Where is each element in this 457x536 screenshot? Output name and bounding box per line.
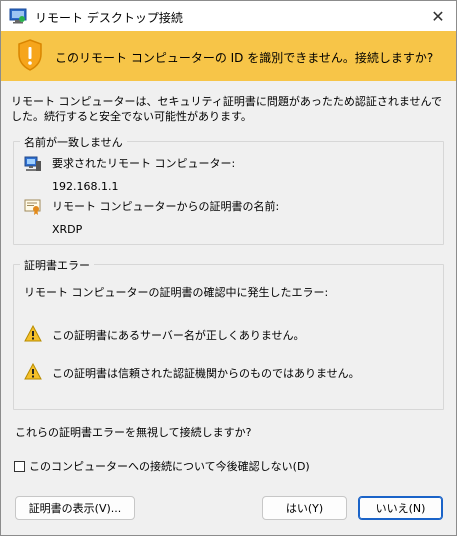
- no-button[interactable]: いいえ(N): [358, 496, 443, 520]
- window-title: リモート デスクトップ接続: [35, 11, 183, 25]
- cert-error-item: この証明書は信頼された認証機関からのものではありません。: [24, 363, 360, 381]
- requested-row: 要求されたリモート コンピューター: 192.168.1.1: [24, 155, 235, 193]
- title-bar: リモート デスクトップ接続 ✕: [1, 1, 456, 31]
- cert-errors-intro: リモート コンピューターの証明書の確認中に発生したエラー:: [24, 286, 329, 299]
- checkbox-label[interactable]: このコンピューターへの接続について今後確認しない(D): [29, 458, 310, 474]
- rdp-dialog: リモート デスクトップ接続 ✕ このリモート コンピューターの ID を識別でき…: [0, 0, 457, 536]
- name-mismatch-legend: 名前が一致しません: [20, 134, 127, 150]
- remote-desktop-icon: [9, 8, 27, 24]
- certificate-icon: [24, 199, 41, 215]
- cert-name-label: リモート コンピューターからの証明書の名前:: [52, 200, 280, 213]
- dont-ask-again-checkbox[interactable]: このコンピューターへの接続について今後確認しない(D): [14, 458, 310, 474]
- view-certificate-button[interactable]: 証明書の表示(V)...: [15, 496, 135, 520]
- cert-errors-group: 証明書エラー リモート コンピューターの証明書の確認中に発生したエラー: この証…: [13, 257, 444, 410]
- name-mismatch-group: 名前が一致しません 要求されたリモート コンピューター: 192.168.1.1: [13, 134, 444, 245]
- warning-triangle-icon: [24, 325, 42, 342]
- checkbox-box[interactable]: [14, 460, 25, 472]
- computer-icon: [24, 156, 41, 171]
- warning-shield-icon: [18, 39, 42, 71]
- requested-label: 要求されたリモート コンピューター:: [52, 157, 236, 170]
- close-button[interactable]: ✕: [426, 4, 450, 28]
- cert-errors-legend: 証明書エラー: [20, 257, 94, 273]
- requested-value: 192.168.1.1: [52, 180, 119, 193]
- warning-triangle-icon: [24, 363, 42, 380]
- cert-name-row: リモート コンピューターからの証明書の名前: XRDP: [24, 198, 279, 236]
- close-icon: ✕: [431, 6, 445, 26]
- cert-error-text: この証明書にあるサーバー名が正しくありません。: [52, 329, 305, 342]
- ignore-question: これらの証明書エラーを無視して接続しますか?: [15, 426, 252, 439]
- yes-button[interactable]: はい(Y): [262, 496, 347, 520]
- warning-banner: このリモート コンピューターの ID を識別できません。接続しますか?: [1, 31, 456, 81]
- cert-error-text: この証明書は信頼された認証機関からのものではありません。: [52, 367, 360, 380]
- intro-text: リモート コンピューターは、セキュリティ証明書に問題があったため認証されませんで…: [11, 95, 442, 123]
- cert-error-item: この証明書にあるサーバー名が正しくありません。: [24, 325, 305, 343]
- banner-heading: このリモート コンピューターの ID を識別できません。接続しますか?: [55, 51, 434, 65]
- cert-name-value: XRDP: [52, 223, 83, 236]
